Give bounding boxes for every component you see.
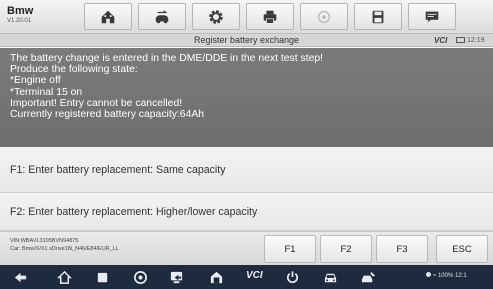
vci-nav-label[interactable]: VCI bbox=[246, 270, 263, 281]
message-line: *Terminal 15 on bbox=[10, 86, 83, 98]
vci-status-label: VCI bbox=[434, 36, 448, 45]
app-version: V1.20.01 bbox=[7, 18, 32, 24]
vehicle-swap-icon bbox=[155, 9, 169, 23]
battery-time: 12:19 bbox=[456, 35, 485, 46]
back-button[interactable] bbox=[12, 269, 28, 285]
title-bar: Register battery exchange VCI 12:19 bbox=[0, 34, 493, 47]
battery-icon bbox=[456, 37, 465, 43]
home-button[interactable] bbox=[84, 3, 132, 30]
power-button[interactable] bbox=[284, 269, 300, 285]
printer-icon bbox=[263, 10, 277, 24]
battery-percent: 100% bbox=[437, 273, 454, 279]
car-button[interactable] bbox=[322, 269, 338, 285]
shop-icon bbox=[133, 270, 147, 284]
save-icon bbox=[372, 10, 384, 23]
system-nav-bar: VCI ≈ 100% 12:1 bbox=[0, 265, 493, 289]
system-time: 12:1 bbox=[455, 273, 467, 279]
car-icon bbox=[324, 273, 336, 282]
message-line: Produce the following state: bbox=[10, 64, 138, 76]
message-button[interactable] bbox=[408, 3, 456, 30]
vin-text: VIN:WBAVL3105BVN94875 bbox=[10, 238, 79, 244]
option-same-capacity[interactable]: F1: Enter battery replacement: Same capa… bbox=[0, 147, 493, 193]
recent-apps-button[interactable] bbox=[94, 269, 110, 285]
instruction-message: The battery change is entered in the DME… bbox=[0, 48, 493, 147]
remote-icon bbox=[170, 271, 182, 283]
help-icon bbox=[317, 10, 331, 23]
system-status: ≈ 100% 12:1 bbox=[426, 272, 467, 279]
home-icon bbox=[101, 10, 115, 23]
footer-bar: VIN:WBAVL3105BVN94875 Car: Bmw/X/X1 sDri… bbox=[0, 231, 493, 265]
power-icon bbox=[286, 270, 298, 283]
page-title: Register battery exchange bbox=[193, 35, 300, 45]
app-brand: Bmw V1.20.01 bbox=[7, 5, 33, 25]
esc-button[interactable]: ESC bbox=[436, 235, 488, 263]
message-line: Currently registered battery capacity:64… bbox=[10, 109, 205, 121]
message-icon bbox=[425, 11, 439, 22]
message-line: The battery change is entered in the DME… bbox=[10, 53, 324, 64]
car-wrench-icon bbox=[361, 271, 375, 282]
service-button[interactable] bbox=[360, 269, 376, 285]
option-different-capacity[interactable]: F2: Enter battery replacement: Higher/lo… bbox=[0, 193, 493, 231]
back-arrow-icon bbox=[14, 272, 26, 282]
garage-icon bbox=[210, 271, 222, 283]
help-button[interactable] bbox=[300, 3, 348, 30]
f1-button[interactable]: F1 bbox=[264, 235, 316, 263]
car-text: Car: Bmw/X/X1 sDrive18i_N46/E84/EUR_LL bbox=[10, 246, 119, 252]
app-name: Bmw bbox=[7, 5, 34, 17]
android-home-button[interactable] bbox=[56, 269, 72, 285]
clock-time: 12:19 bbox=[467, 37, 485, 44]
recent-apps-icon bbox=[97, 272, 107, 282]
shop-app-button[interactable] bbox=[132, 269, 148, 285]
notification-icon bbox=[426, 272, 431, 277]
autel-home-button[interactable] bbox=[208, 269, 224, 285]
wifi-icon: ≈ bbox=[433, 273, 437, 279]
vehicle-info: VIN:WBAVL3105BVN94875 Car: Bmw/X/X1 sDri… bbox=[10, 237, 119, 253]
remote-app-button[interactable] bbox=[168, 269, 184, 285]
settings-button[interactable] bbox=[192, 3, 240, 30]
top-toolbar: Bmw V1.20.01 bbox=[0, 0, 493, 34]
f3-button[interactable]: F3 bbox=[376, 235, 428, 263]
home-icon bbox=[56, 270, 72, 284]
save-button[interactable] bbox=[354, 3, 402, 30]
gear-icon bbox=[209, 9, 223, 24]
vehicle-swap-button[interactable] bbox=[138, 3, 186, 30]
print-button[interactable] bbox=[246, 3, 294, 30]
f2-button[interactable]: F2 bbox=[320, 235, 372, 263]
message-line: *Engine off bbox=[10, 75, 61, 87]
message-line: Important! Entry cannot be cancelled! bbox=[10, 97, 183, 109]
